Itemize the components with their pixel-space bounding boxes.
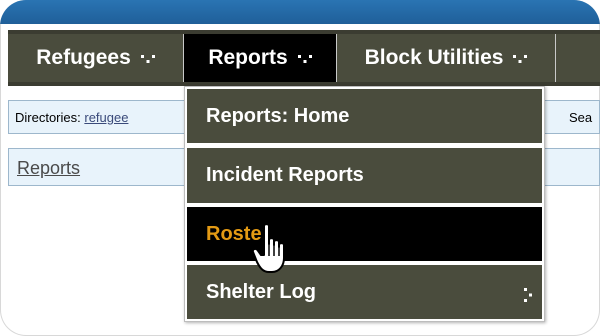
reports-dropdown-menu: Reports: Home Incident Reports Roster Sh…: [184, 86, 545, 322]
search-label: Sea: [569, 110, 593, 125]
main-nav: Refugees Reports Block Utilities: [8, 34, 600, 82]
hand-pointer-cursor-icon: [251, 222, 294, 276]
app-window: Refugees Reports Block Utilities Directo…: [0, 0, 600, 336]
breadcrumb-link-reports[interactable]: Reports: [17, 158, 80, 179]
directories-link[interactable]: refugee: [84, 110, 128, 125]
nav-item-block-utilities[interactable]: Block Utilities: [337, 34, 556, 82]
nav-item-label: Refugees: [36, 46, 131, 69]
directories-text: Directories: refugee: [15, 110, 128, 125]
nav-item-label: Block Utilities: [364, 46, 504, 69]
small-down-arrow-icon: [513, 55, 528, 65]
menu-item-label: Reports: Home: [206, 104, 350, 127]
nav-item-refugees[interactable]: Refugees: [8, 34, 184, 82]
top-bar: [0, 0, 600, 24]
nav-item-reports[interactable]: Reports: [184, 34, 337, 82]
menu-item-reports-home[interactable]: Reports: Home: [187, 89, 542, 143]
nav-item-overflow[interactable]: [556, 34, 600, 82]
submenu-arrow-icon: [524, 285, 534, 308]
menu-item-label: Incident Reports: [206, 164, 364, 186]
menu-item-label: Shelter Log: [206, 280, 317, 303]
small-down-arrow-icon: [140, 55, 155, 65]
menu-item-roster[interactable]: Roster: [187, 207, 542, 261]
small-down-arrow-icon: [297, 55, 312, 65]
nav-item-label: Reports: [208, 46, 288, 69]
menu-item-incident-reports[interactable]: Incident Reports: [187, 148, 542, 203]
directories-label: Directories:: [15, 110, 85, 125]
nav-bar-container: Refugees Reports Block Utilities: [8, 30, 600, 86]
menu-item-shelter-log[interactable]: Shelter Log: [187, 265, 542, 319]
